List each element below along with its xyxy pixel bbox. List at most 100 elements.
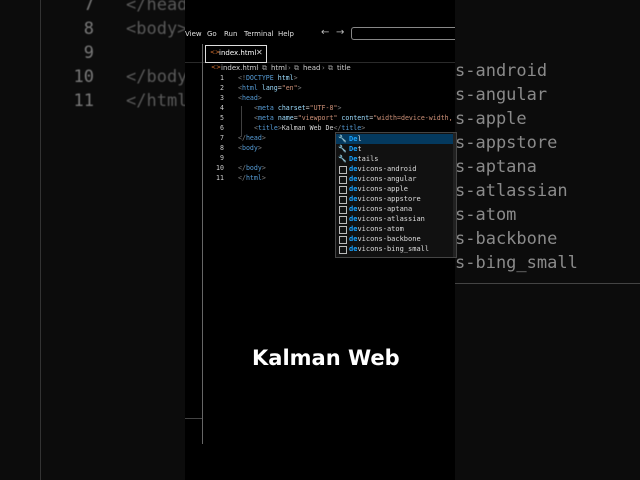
suggestion-rest: vicons-android (357, 165, 417, 173)
code-token: > (257, 94, 262, 102)
background-line-number: 9 (83, 43, 94, 63)
code-token: head (245, 134, 262, 142)
code-token: </ (238, 174, 246, 182)
tab-bar: <> index.html ✕ (185, 44, 455, 63)
code-token: head (241, 94, 258, 102)
suggestion-item[interactable]: devicons-apple (336, 184, 456, 194)
background-line-number: 11 (73, 91, 94, 111)
background-suggestion: s-aptana (455, 157, 537, 177)
wrench-icon: 🔧 (338, 135, 347, 143)
code-line[interactable]: 1 <!DOCTYPE html> (185, 73, 455, 83)
popup-scrollbar[interactable] (453, 133, 456, 257)
line-code: </html> (238, 173, 266, 183)
background-suggestion: s-angular (455, 85, 548, 105)
close-icon[interactable]: ✕ (256, 48, 263, 57)
suggestion-item[interactable]: 🔧 Det (336, 144, 456, 154)
background-line-number: 8 (83, 19, 94, 39)
line-number: 3 (220, 94, 224, 102)
suggestion-label: devicons-atom (349, 224, 404, 234)
tab-index-html[interactable]: <> index.html ✕ (205, 45, 267, 63)
snippet-box-icon (339, 226, 347, 234)
suggestion-rest: vicons-appstore (357, 195, 421, 203)
menu-go[interactable]: Go (207, 30, 217, 38)
background-suggestion: s-bing_small (455, 253, 578, 273)
line-number: 2 (220, 84, 224, 92)
breadcrumb-head[interactable]: head (303, 64, 320, 72)
suggestion-rest: vicons-bing_small (357, 245, 430, 253)
background-suggestion: s-appstore (455, 133, 558, 153)
breadcrumb-title[interactable]: title (337, 64, 351, 72)
line-code: <meta name="viewport" content="width=dev… (254, 113, 453, 123)
menu-view[interactable]: View (185, 30, 202, 38)
menu-terminal[interactable]: Terminal (244, 30, 274, 38)
arrow-right-icon[interactable]: → (336, 27, 344, 38)
breadcrumb-file[interactable]: index.html (221, 64, 258, 72)
suggestion-item[interactable]: devicons-bing_small (336, 244, 456, 254)
code-token: Kalman Web De (281, 124, 334, 132)
autocomplete-popup: 🔧 Del 🔧 Det 🔧 Details devicons-android devicons… (335, 132, 457, 258)
suggestion-item[interactable]: devicons-atom (336, 224, 456, 234)
code-token: html (245, 174, 262, 182)
suggestion-label: devicons-backbone (349, 234, 421, 244)
code-token: lang (261, 84, 278, 92)
suggestion-rest: t (357, 145, 362, 153)
suggestion-item[interactable]: devicons-angular (336, 174, 456, 184)
code-line[interactable]: 4 <meta charset="UTF-8"> (185, 103, 455, 113)
code-token: > (293, 74, 298, 82)
activity-bar-divider (185, 418, 202, 419)
background-suggestion: s-apple (455, 109, 527, 129)
element-icon: ⧉ (328, 64, 333, 72)
code-token: title (341, 124, 362, 132)
suggestion-rest: tails (357, 155, 379, 163)
code-token: </ (238, 164, 246, 172)
background-code-left: 7 </head 8 <body> 9 10 </body 11 </html (0, 0, 185, 480)
menu-help[interactable]: Help (278, 30, 294, 38)
code-token: > (261, 164, 266, 172)
code-token: html (277, 74, 294, 82)
suggestion-rest: vicons-angular (357, 175, 417, 183)
suggestion-item[interactable]: devicons-appstore (336, 194, 456, 204)
suggestion-rest: vicons-apple (357, 185, 409, 193)
suggestion-item[interactable]: devicons-android (336, 164, 456, 174)
snippet-box-icon (339, 166, 347, 174)
suggestion-label: Details (349, 154, 379, 164)
suggestion-label: devicons-angular (349, 174, 416, 184)
suggestion-rest: vicons-backbone (357, 235, 421, 243)
code-line[interactable]: 3 <head> (185, 93, 455, 103)
line-code: <!DOCTYPE html> (238, 73, 298, 83)
background-line-code: </body (126, 67, 185, 87)
suggestion-item[interactable]: 🔧 Del (336, 134, 456, 144)
line-code: </head> (238, 133, 266, 143)
line-number: 4 (220, 104, 224, 112)
snippet-box-icon (339, 176, 347, 184)
suggestion-rest: l (357, 135, 362, 143)
breadcrumb-html[interactable]: html (271, 64, 287, 72)
snippet-box-icon (339, 196, 347, 204)
background-divider (455, 283, 640, 284)
code-line[interactable]: 2 <html lang="en"> (185, 83, 455, 93)
code-token: "width=device-width, (373, 114, 453, 122)
code-token: charset (277, 104, 306, 112)
suggestion-item[interactable]: devicons-aptana (336, 204, 456, 214)
suggestion-item[interactable]: devicons-backbone (336, 234, 456, 244)
command-center-search[interactable] (351, 27, 455, 40)
background-code-line: 9 (0, 41, 185, 65)
line-number: 9 (220, 154, 224, 162)
wrench-icon: 🔧 (338, 155, 347, 163)
code-token: meta (257, 114, 274, 122)
code-token: body (241, 144, 258, 152)
suggestion-item[interactable]: devicons-atlassian (336, 214, 456, 224)
code-token: html (241, 84, 258, 92)
code-token: title (257, 124, 278, 132)
menu-run[interactable]: Run (224, 30, 237, 38)
video-caption: Kalman Web (252, 346, 400, 370)
snippet-box-icon (339, 206, 347, 214)
code-token: > (361, 124, 366, 132)
arrow-left-icon[interactable]: ← (321, 27, 329, 38)
background-suggestions-right: s-android s-angular s-apple s-appstore s-apt… (455, 0, 640, 480)
code-line[interactable]: 5 <meta name="viewport" content="width=de… (185, 113, 455, 123)
code-token: body (245, 164, 262, 172)
suggestion-rest: vicons-aptana (357, 205, 413, 213)
suggestion-item[interactable]: 🔧 Details (336, 154, 456, 164)
chevron-right-icon: › (322, 64, 325, 72)
